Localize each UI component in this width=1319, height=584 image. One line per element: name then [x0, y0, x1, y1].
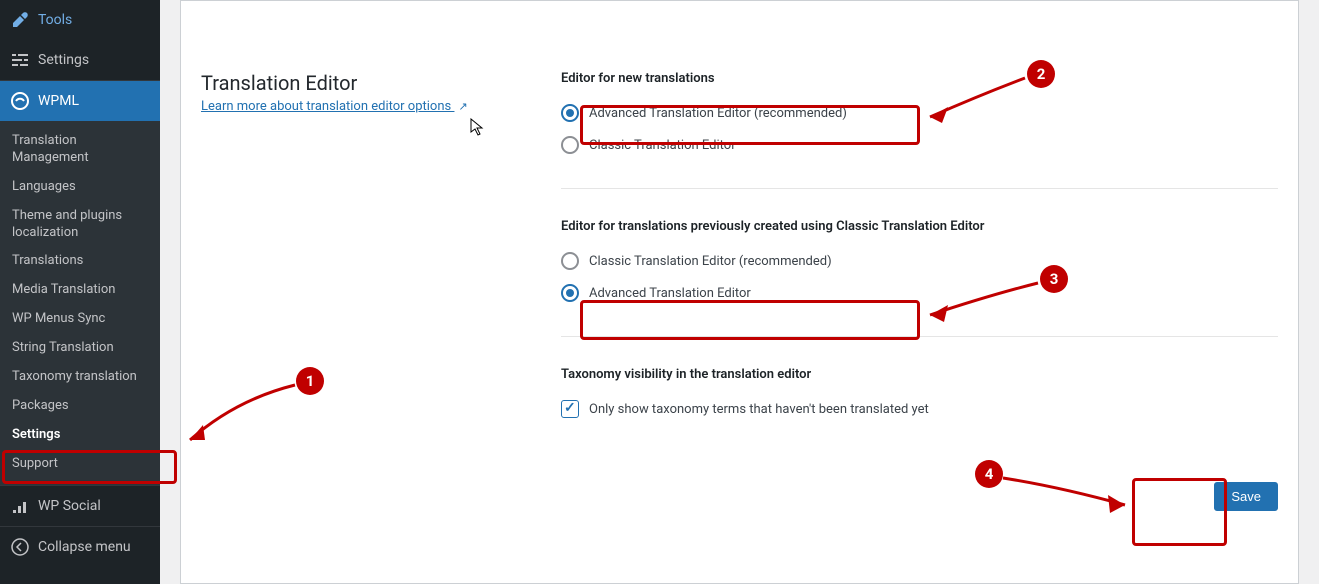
radio-row-classic-prev[interactable]: Classic Translation Editor (recommended) [561, 252, 1278, 270]
content-area: Translation Editor Learn more about tran… [160, 0, 1319, 584]
radio-label: Advanced Translation Editor [589, 286, 751, 301]
wpml-submenu: Translation Management Languages Theme a… [0, 121, 160, 485]
sidebar-label: WP Social [38, 498, 101, 514]
group-label: Taxonomy visibility in the translation e… [561, 367, 1278, 382]
save-row: Save [561, 482, 1278, 511]
left-column: Translation Editor Learn more about tran… [201, 71, 521, 511]
collapse-menu[interactable]: Collapse menu [0, 527, 160, 567]
wpml-icon [10, 91, 30, 111]
group-label: Editor for new translations [561, 71, 1278, 86]
submenu-wp-menus-sync[interactable]: WP Menus Sync [0, 305, 160, 334]
learn-more-link[interactable]: Learn more about translation editor opti… [201, 99, 454, 114]
group-label: Editor for translations previously creat… [561, 219, 1278, 234]
sidebar-label: WPML [38, 93, 79, 109]
sidebar-item-wpml[interactable]: WPML [0, 81, 160, 121]
submenu-string-translation[interactable]: String Translation [0, 334, 160, 363]
checkbox-taxonomy[interactable] [561, 400, 579, 418]
bars-icon [10, 496, 30, 516]
group-new-translations: Editor for new translations Advanced Tra… [561, 71, 1278, 189]
group-prev-translations: Editor for translations previously creat… [561, 219, 1278, 337]
sidebar-label: Tools [38, 12, 72, 28]
sliders-icon [10, 50, 30, 70]
submenu-settings[interactable]: Settings [0, 421, 160, 450]
radio-label: Classic Translation Editor [589, 138, 736, 153]
wrench-icon [10, 10, 30, 30]
section-title: Translation Editor [201, 71, 521, 95]
settings-panel: Translation Editor Learn more about tran… [180, 0, 1299, 584]
radio-advanced-prev[interactable] [561, 284, 579, 302]
radio-label: Advanced Translation Editor (recommended… [589, 106, 847, 121]
radio-label: Classic Translation Editor (recommended) [589, 254, 832, 269]
admin-sidebar: Tools Settings WPML Translation Manageme… [0, 0, 160, 584]
checkbox-label: Only show taxonomy terms that haven't be… [589, 402, 929, 417]
sidebar-label: Collapse menu [38, 539, 131, 555]
radio-advanced-new[interactable] [561, 104, 579, 122]
right-column: Editor for new translations Advanced Tra… [561, 71, 1278, 511]
submenu-taxonomy-translation[interactable]: Taxonomy translation [0, 363, 160, 392]
submenu-translations[interactable]: Translations [0, 247, 160, 276]
submenu-translation-management[interactable]: Translation Management [0, 127, 160, 173]
group-taxonomy-visibility: Taxonomy visibility in the translation e… [561, 367, 1278, 452]
submenu-media-translation[interactable]: Media Translation [0, 276, 160, 305]
radio-row-classic[interactable]: Classic Translation Editor [561, 136, 1278, 154]
external-link-icon: ↗ [458, 100, 467, 113]
sidebar-item-settings[interactable]: Settings [0, 40, 160, 80]
checkbox-row-taxonomy[interactable]: Only show taxonomy terms that haven't be… [561, 400, 1278, 418]
sidebar-item-wp-social[interactable]: WP Social [0, 486, 160, 526]
radio-classic-prev[interactable] [561, 252, 579, 270]
submenu-support[interactable]: Support [0, 450, 160, 479]
sidebar-item-tools[interactable]: Tools [0, 0, 160, 40]
save-button[interactable]: Save [1214, 482, 1278, 511]
radio-classic-new[interactable] [561, 136, 579, 154]
submenu-packages[interactable]: Packages [0, 392, 160, 421]
radio-row-advanced[interactable]: Advanced Translation Editor (recommended… [561, 104, 1278, 122]
sidebar-label: Settings [38, 52, 89, 68]
submenu-theme-plugins[interactable]: Theme and plugins localization [0, 202, 160, 248]
collapse-icon [10, 537, 30, 557]
radio-row-advanced-prev[interactable]: Advanced Translation Editor [561, 284, 1278, 302]
submenu-languages[interactable]: Languages [0, 173, 160, 202]
